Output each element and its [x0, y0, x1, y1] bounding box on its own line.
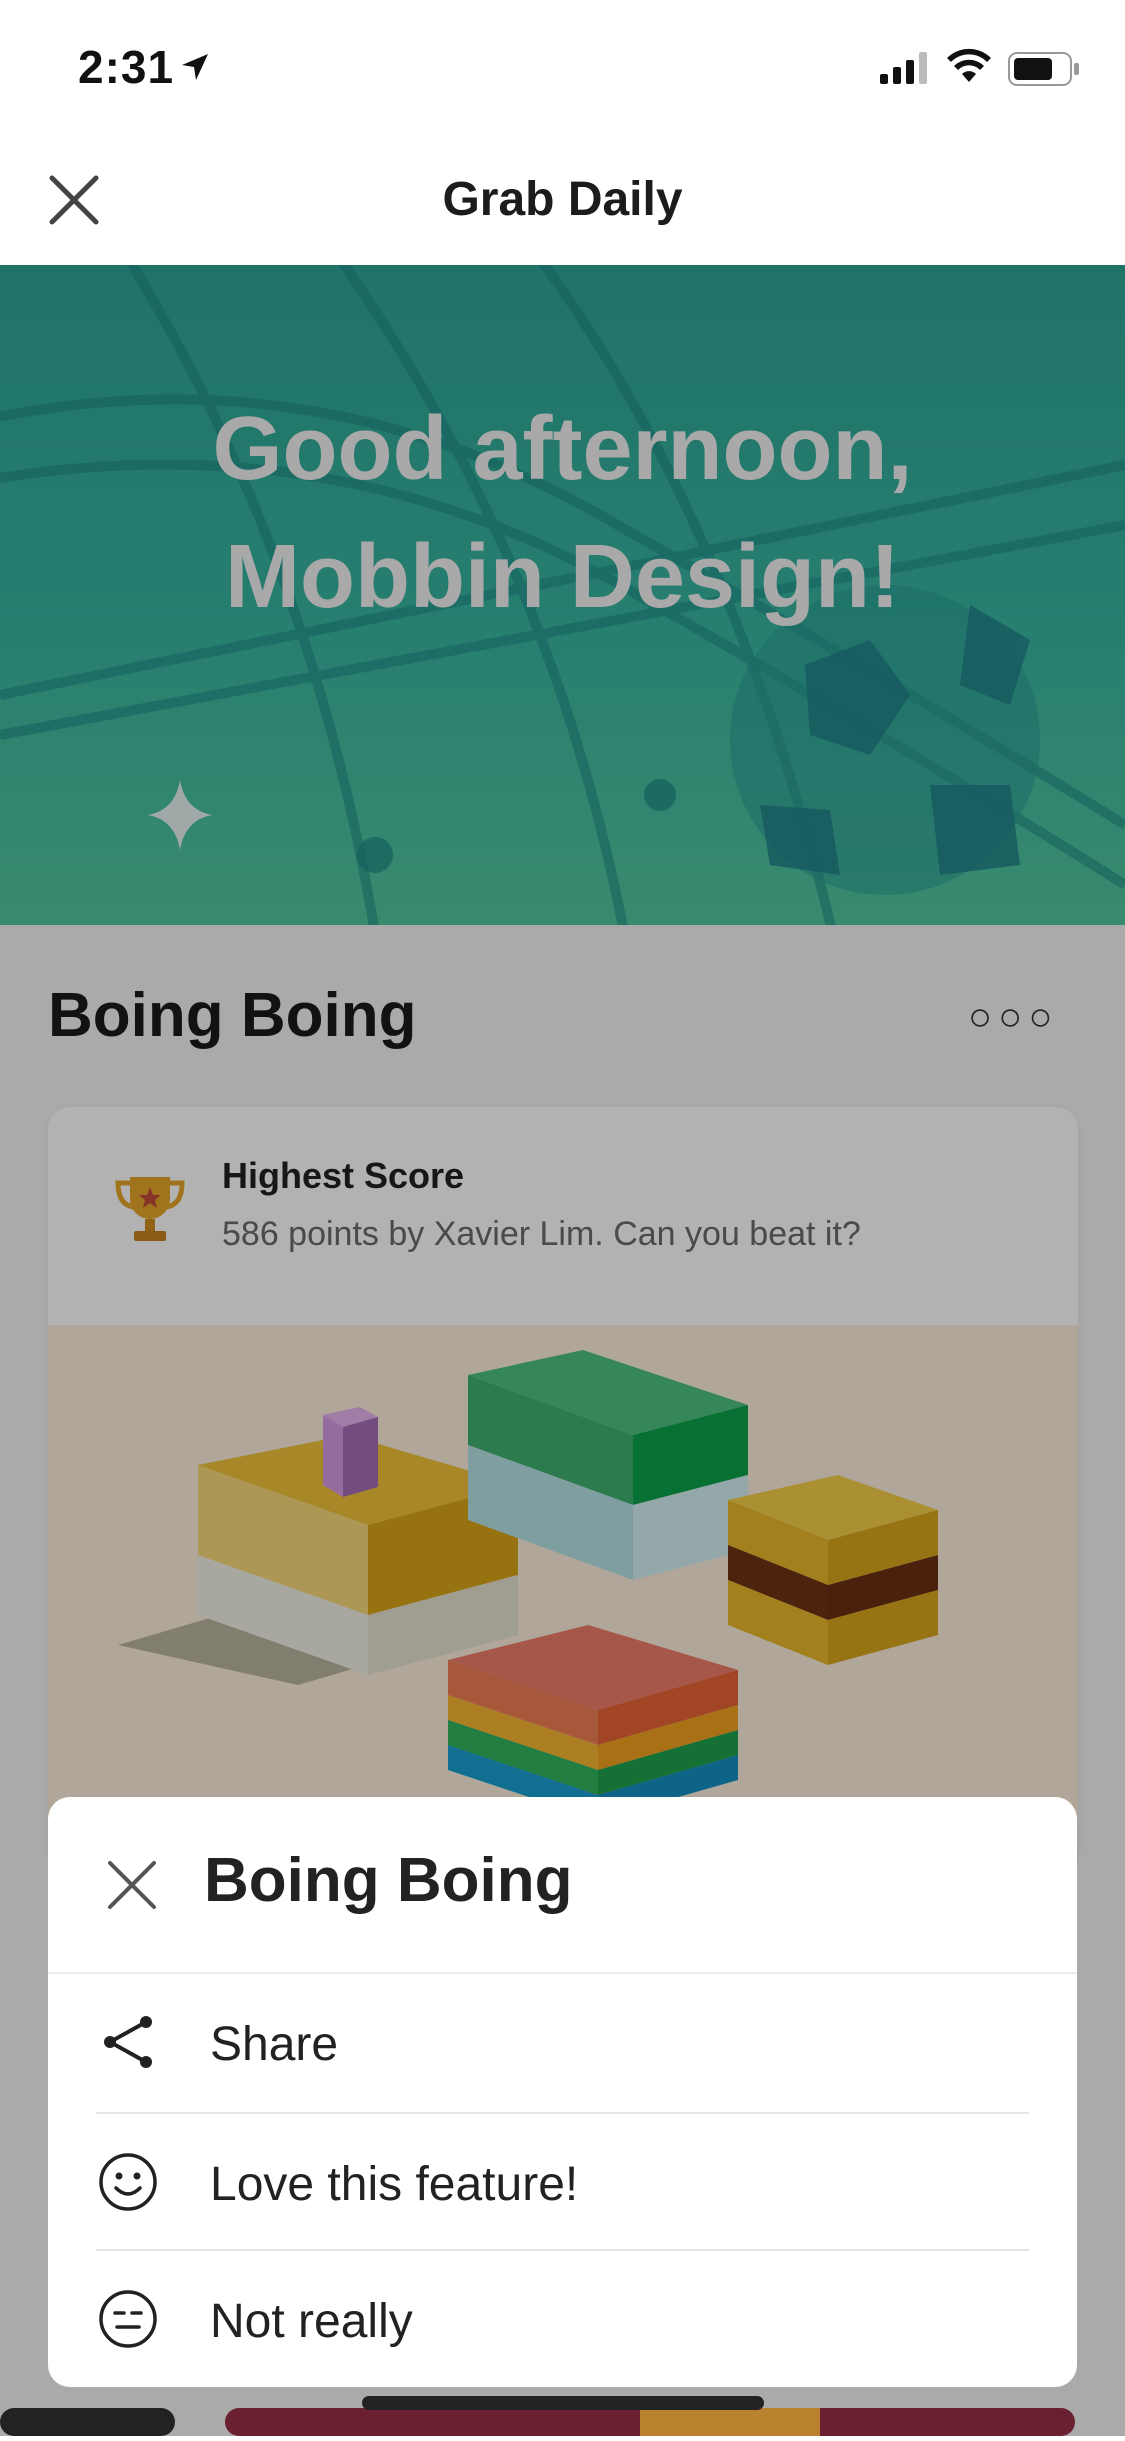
nav-bar: Grab Daily: [0, 130, 1125, 265]
next-card-preview: [0, 2408, 1125, 2436]
close-icon[interactable]: [104, 1857, 160, 1913]
share-icon: [104, 2016, 152, 2068]
location-arrow-icon: [182, 54, 208, 80]
action-sheet-header: Boing Boing: [48, 1797, 1077, 1974]
status-bar: 2:31: [0, 0, 1125, 130]
home-indicator: [362, 2396, 764, 2410]
share-option[interactable]: Share: [48, 1974, 1077, 2112]
page-title: Grab Daily: [442, 173, 683, 226]
next-card-art: [0, 2408, 1075, 2436]
not-really-option[interactable]: Not really: [48, 2251, 1077, 2387]
love-feature-label: Love this feature!: [210, 2158, 579, 2211]
share-label: Share: [210, 2018, 339, 2071]
neutral-face-icon: [99, 2290, 157, 2348]
action-sheet-title: Boing Boing: [204, 1846, 573, 1915]
status-time: 2:31: [78, 41, 175, 93]
love-feature-option[interactable]: Love this feature!: [48, 2114, 1077, 2252]
smile-icon: [99, 2153, 157, 2211]
cellular-signal-icon: [880, 52, 927, 84]
wifi-icon: [947, 48, 991, 82]
not-really-label: Not really: [210, 2295, 413, 2348]
battery-icon: [1008, 52, 1079, 86]
action-sheet: Boing Boing Share Love this feature! Not…: [48, 1797, 1077, 2387]
